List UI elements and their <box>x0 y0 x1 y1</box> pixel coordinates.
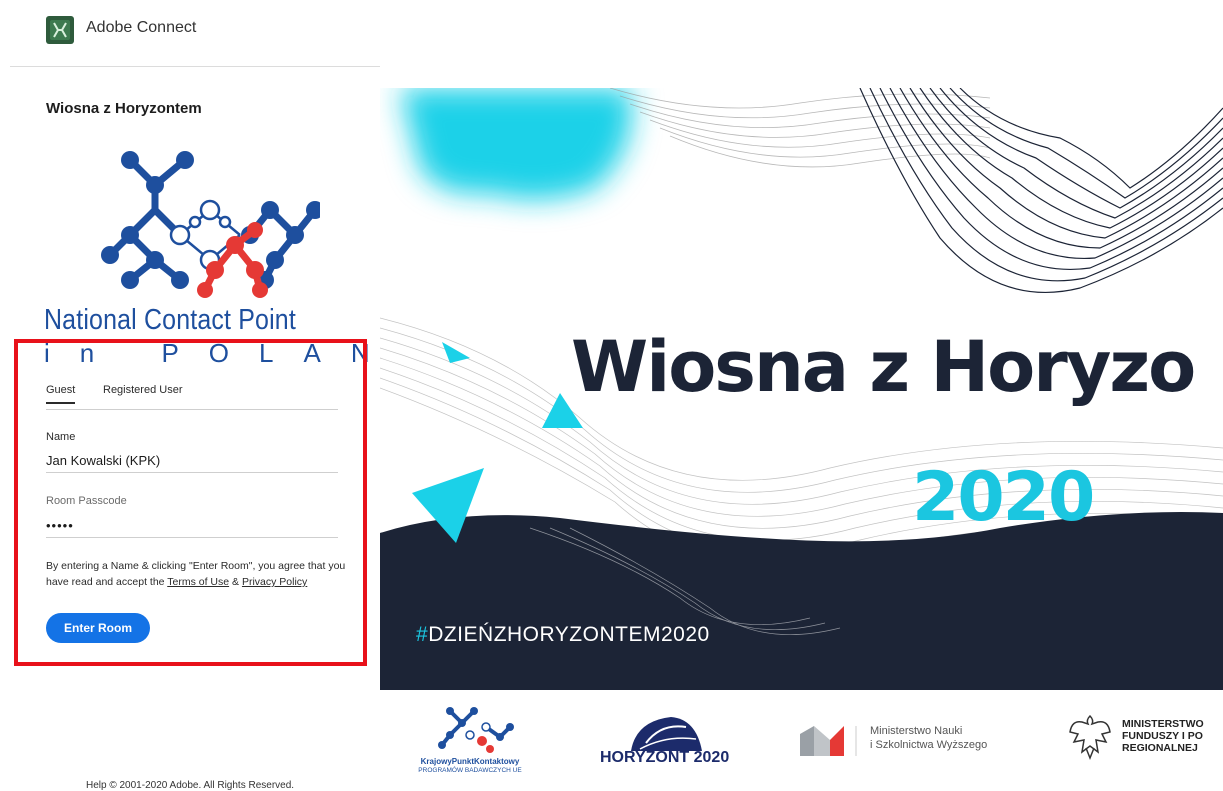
app-header: Adobe Connect <box>0 0 380 66</box>
kpk-logo: KrajowyPunktKontaktowy PROGRAMÓW BADAWCZ… <box>410 703 530 783</box>
kpk-molecule-icon <box>438 707 514 753</box>
ministry-funds-name: MINISTERSTWO FUNDUSZY I PO REGIONALNEJ <box>1122 718 1204 754</box>
room-title: Wiosna z Horyzontem <box>46 100 202 117</box>
ncp-molecule-logo <box>101 151 320 298</box>
event-banner: Wiosna z Horyzo 2020 #DZIEŃZHORYZONTEM20… <box>380 88 1223 690</box>
banner-title: Wiosna z Horyzo <box>571 326 1196 408</box>
banner-year: 2020 <box>912 458 1095 537</box>
ministry-funds-line2: FUNDUSZY I PO <box>1122 730 1203 742</box>
polish-eagle-icon <box>1069 714 1111 761</box>
horyzont-2020-logo: HORYZONT 2020 <box>596 713 730 773</box>
ministry-science-line2: i Szkolnictwa Wyższego <box>870 739 988 751</box>
ministry-science-icon <box>800 726 857 756</box>
hashtag-text: DZIEŃZHORYZONTEM2020 <box>428 623 710 646</box>
footer-copyright: Help © 2001-2020 Adobe. All Rights Reser… <box>86 780 295 791</box>
ncp-logo-text-line1: National Contact Point <box>44 304 296 336</box>
ministry-science-logo: Ministerstwo Nauki i Szkolnictwa Wyższego <box>800 718 1010 768</box>
banner-hashtag: #DZIEŃZHORYZONTEM2020 <box>416 623 710 647</box>
header-divider <box>10 66 380 67</box>
adobe-connect-logo-icon <box>46 16 74 44</box>
login-highlight-box <box>14 339 367 666</box>
ministry-funds-line3: REGIONALNEJ <box>1122 742 1198 754</box>
ministry-funds-line1: MINISTERSTWO <box>1122 718 1204 730</box>
hashtag-symbol: # <box>416 623 429 646</box>
ministry-science-name: Ministerstwo Nauki i Szkolnictwa Wyższego <box>870 724 987 752</box>
kpk-name: KrajowyPunktKontaktowy <box>420 757 520 766</box>
horyzont-text: HORYZONT 2020 <box>600 749 730 766</box>
kpk-subtitle: PROGRAMÓW BADAWCZYCH UE <box>418 767 522 774</box>
ministry-funds-logo: MINISTERSTWO FUNDUSZY I PO REGIONALNEJ <box>1066 712 1223 772</box>
app-name: Adobe Connect <box>86 19 197 36</box>
horyzont-globe-icon <box>631 717 702 751</box>
ministry-science-line1: Ministerstwo Nauki <box>870 725 963 737</box>
